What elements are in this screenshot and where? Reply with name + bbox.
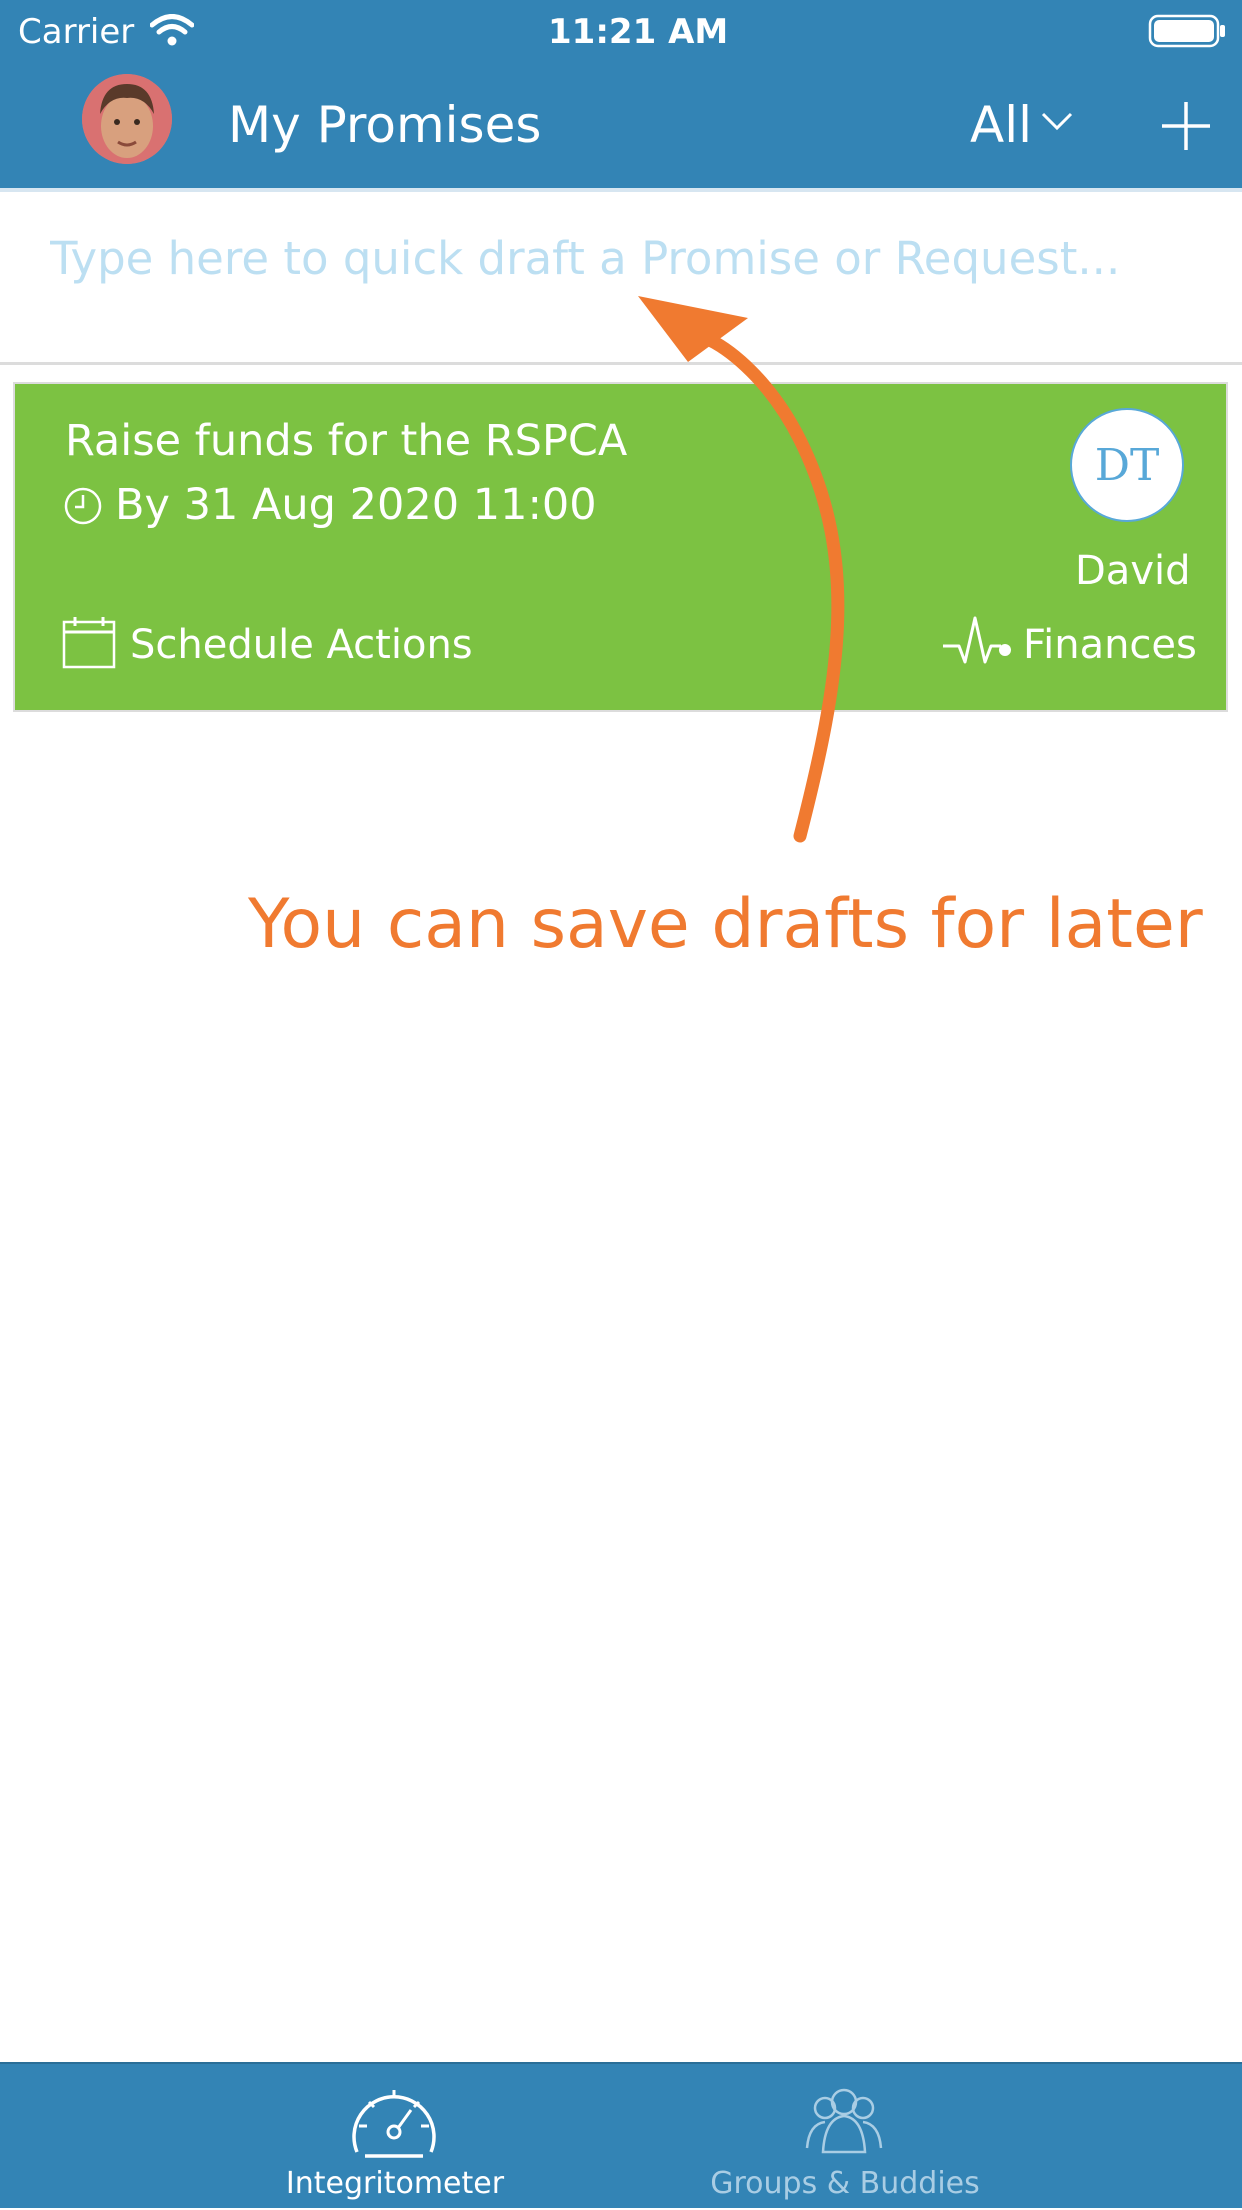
annotation-text: You can save drafts for later: [248, 885, 1203, 964]
annotation-arrow: [638, 296, 845, 843]
people-icon: [799, 2078, 889, 2168]
tab-label: Groups & Buddies: [710, 2166, 980, 2201]
speedometer-icon: [349, 2078, 439, 2168]
tab-groups-buddies[interactable]: Groups & Buddies: [635, 2064, 1055, 2210]
tab-bar: Integritometer Groups & Buddies: [0, 2062, 1242, 2208]
tab-integritometer[interactable]: Integritometer: [185, 2064, 605, 2210]
tab-label: Integritometer: [285, 2166, 505, 2201]
